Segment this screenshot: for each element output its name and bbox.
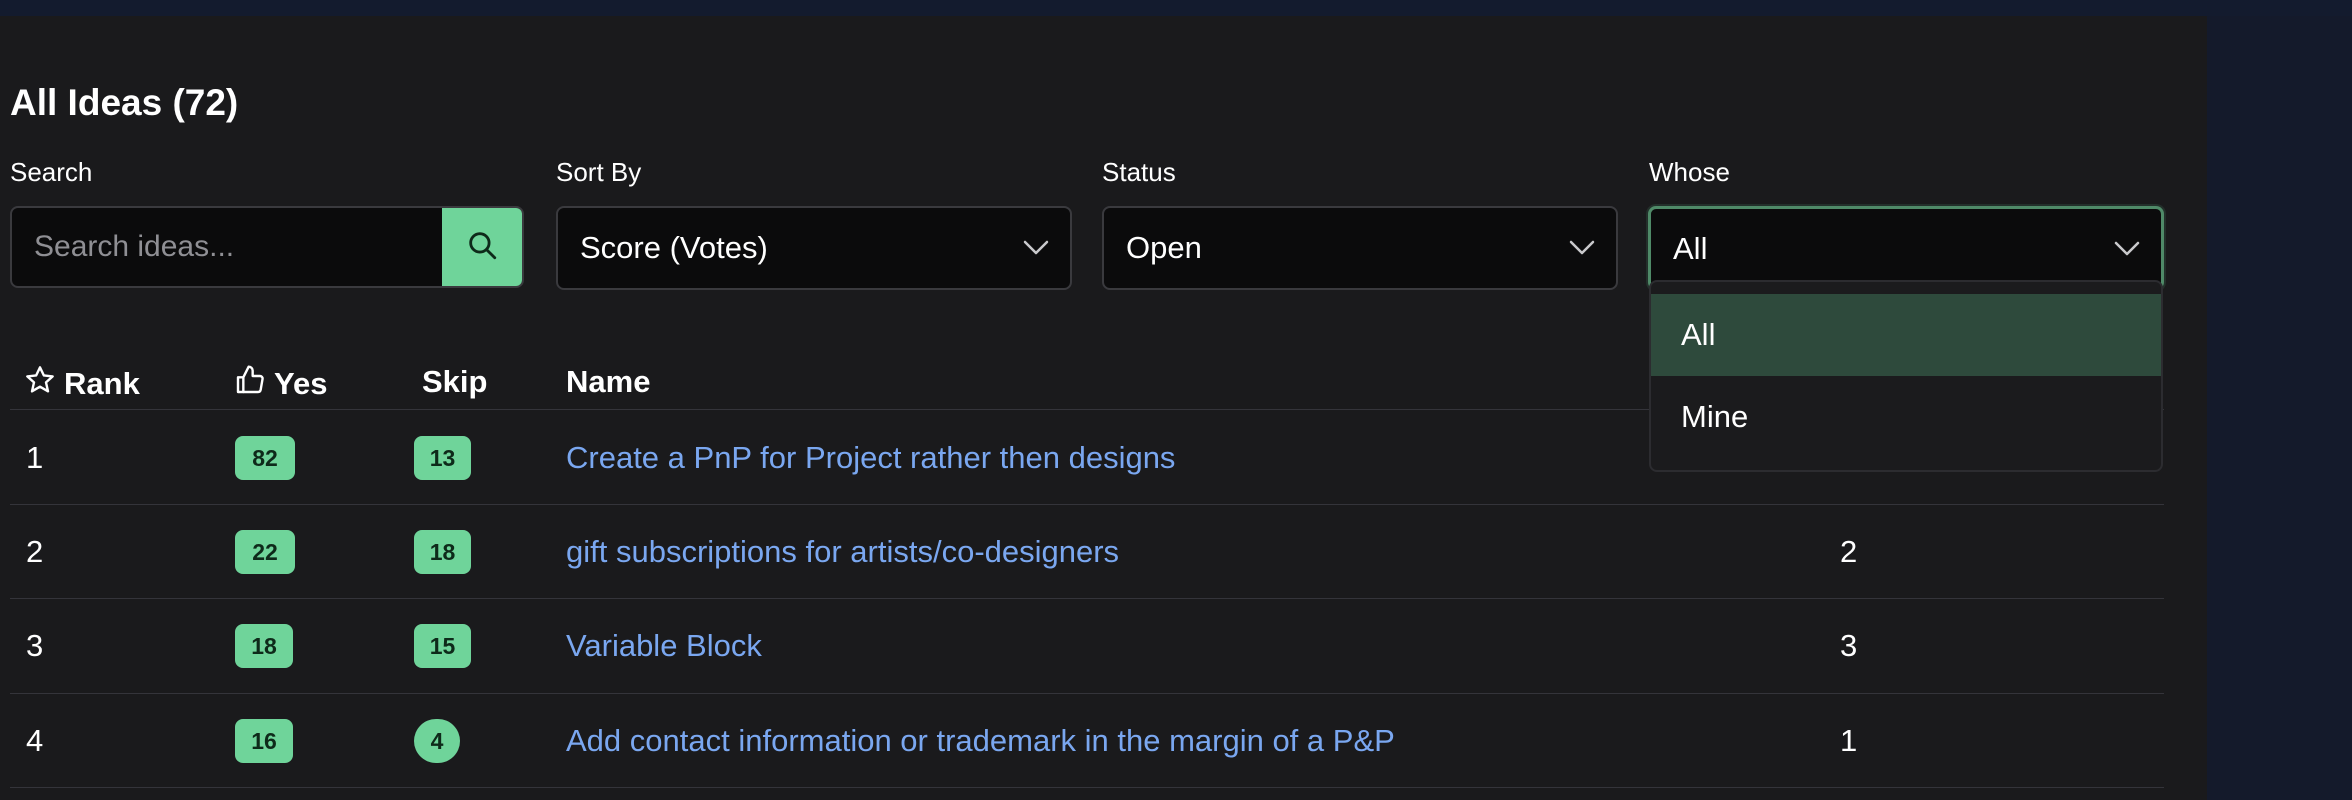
whose-dropdown-menu: All Mine	[1649, 280, 2163, 472]
search-button[interactable]	[442, 208, 522, 286]
search-icon	[465, 228, 499, 267]
page-title: All Ideas (72)	[10, 82, 239, 123]
row-extra-value: 3	[1840, 628, 1858, 663]
column-header-rank[interactable]: Rank	[24, 364, 140, 404]
idea-name-link[interactable]: gift subscriptions for artists/co-design…	[566, 534, 1119, 570]
skip-count-badge: 13	[414, 436, 471, 480]
whose-value: All	[1673, 231, 1708, 266]
yes-count-badge: 18	[235, 624, 293, 668]
sort-by-select[interactable]: Score (Votes)	[556, 206, 1072, 290]
row-extra-value: 2	[1840, 534, 1858, 569]
status-value: Open	[1126, 230, 1202, 265]
thumbs-up-icon	[234, 364, 274, 404]
row-extra-value: 1	[1840, 723, 1858, 758]
skip-count-badge: 15	[414, 624, 471, 668]
row-divider	[10, 598, 2164, 599]
chevron-down-icon	[1022, 236, 1050, 263]
row-divider	[10, 504, 2164, 505]
search-field	[10, 206, 524, 288]
sort-by-value: Score (Votes)	[580, 230, 768, 265]
whose-option-mine[interactable]: Mine	[1651, 376, 2161, 458]
idea-name-link[interactable]: Add contact information or trademark in …	[566, 723, 1395, 759]
row-divider	[10, 693, 2164, 694]
row-rank: 1	[26, 440, 44, 475]
column-header-yes[interactable]: Yes	[234, 364, 327, 404]
yes-count-badge: 16	[235, 719, 293, 763]
idea-name-link[interactable]: Create a PnP for Project rather then des…	[566, 440, 1175, 476]
skip-count-badge: 18	[414, 530, 471, 574]
search-input[interactable]	[12, 208, 446, 286]
whose-option-all[interactable]: All	[1651, 294, 2161, 376]
column-header-name-label: Name	[566, 364, 651, 399]
row-divider	[10, 787, 2164, 788]
whose-label: Whose	[1649, 157, 1730, 187]
row-rank: 3	[26, 628, 44, 663]
chevron-down-icon	[2113, 237, 2141, 264]
column-header-skip-label: Skip	[422, 364, 488, 399]
search-label: Search	[10, 157, 93, 187]
chevron-down-icon	[1568, 236, 1596, 263]
sort-by-label: Sort By	[556, 157, 642, 187]
row-rank: 2	[26, 534, 44, 569]
yes-count-badge: 82	[235, 436, 295, 480]
idea-name-link[interactable]: Variable Block	[566, 628, 762, 664]
column-header-yes-label: Yes	[274, 366, 328, 401]
skip-count-badge: 4	[414, 719, 460, 763]
column-header-skip[interactable]: Skip	[422, 364, 487, 400]
row-rank: 4	[26, 723, 44, 758]
status-label: Status	[1102, 157, 1176, 187]
status-select[interactable]: Open	[1102, 206, 1618, 290]
whose-option-all-label: All	[1681, 317, 1716, 352]
column-header-name[interactable]: Name	[566, 364, 650, 400]
yes-count-badge: 22	[235, 530, 295, 574]
star-icon	[24, 364, 64, 404]
whose-option-mine-label: Mine	[1681, 399, 1749, 434]
top-bar	[0, 0, 2352, 16]
whose-select[interactable]: All	[1648, 206, 2164, 290]
column-header-rank-label: Rank	[64, 366, 140, 401]
